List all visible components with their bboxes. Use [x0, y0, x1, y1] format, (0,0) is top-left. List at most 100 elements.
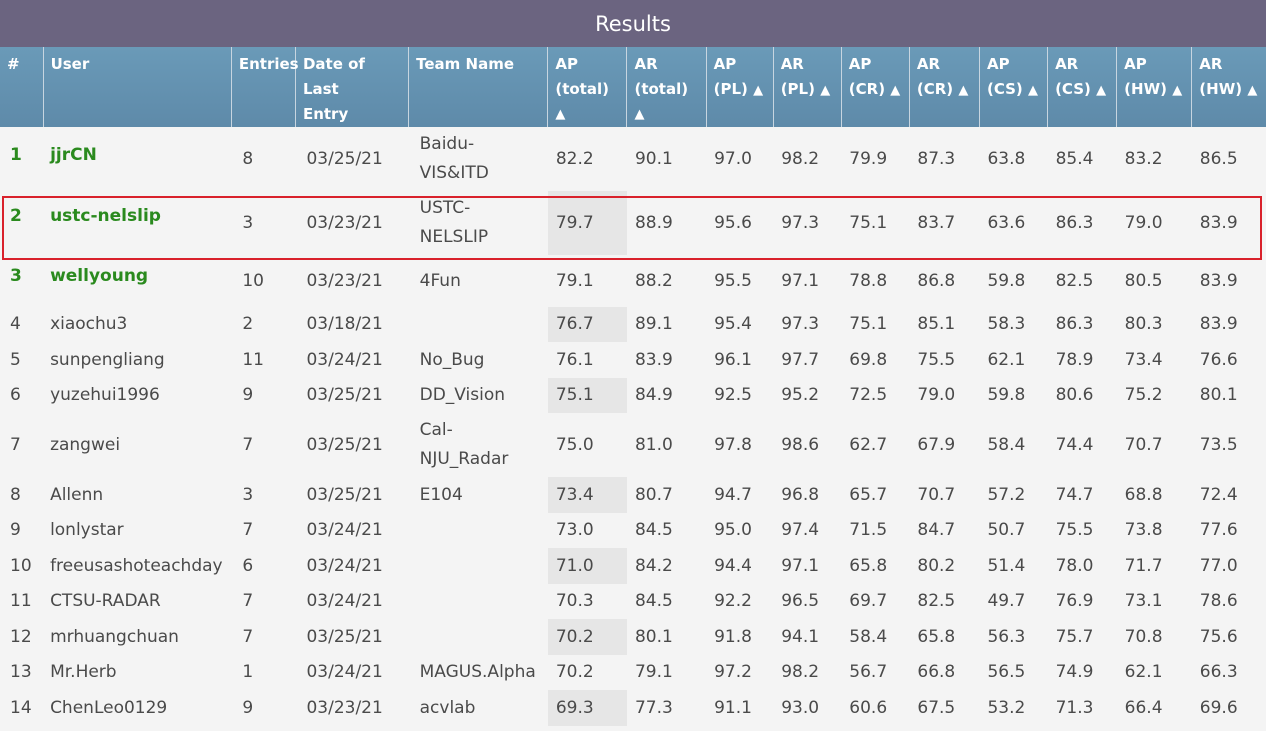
- table-row[interactable]: 11 CTSU-RADAR 7 03/24/21 70.3 84.5 92.2 96.5 69.…: [0, 584, 1266, 619]
- metric-ap-cs: 62.1: [987, 349, 1026, 370]
- team-cell: MAGUS.Alpha: [409, 655, 548, 690]
- metric-ar-hw: 86.5: [1199, 148, 1238, 169]
- user-cell: xiaochu3: [50, 314, 128, 334]
- header-ap_cr[interactable]: AP (CR) ▲: [841, 47, 910, 127]
- metric-ar-hw: 83.9: [1199, 270, 1238, 291]
- metric-ar-cr: 86.8: [917, 270, 956, 291]
- sort-ascending-icon[interactable]: ▲: [1096, 83, 1106, 98]
- header-row: # User Entries Date of Last Entry Team Name AP…: [0, 47, 1266, 127]
- metric-ar-hw: 66.3: [1199, 662, 1238, 682]
- header-ar_hw[interactable]: AR (HW) ▲: [1191, 47, 1266, 127]
- team-cell: [409, 548, 548, 584]
- team-cell: [409, 307, 548, 342]
- metric-ar-cr: 65.8: [917, 626, 956, 647]
- header-sublabel: (PL) ▲: [714, 77, 766, 103]
- metric-ap-hw: 73.1: [1124, 591, 1163, 611]
- table-row[interactable]: 10 freeusashoteachday 6 03/24/21 71.0 84.2 94.…: [0, 548, 1266, 584]
- table-row[interactable]: 8 Allenn 3 03/25/21 E104 73.4 80.7 94.7 96.8 65.7…: [0, 477, 1266, 513]
- metric-ar-cs: 86.3: [1055, 314, 1094, 334]
- table-row[interactable]: 9 lonlystar 7 03/24/21 73.0 84.5 95.0 97.4 71.5 8…: [0, 513, 1266, 548]
- metric-ap-hw: 73.8: [1124, 520, 1163, 540]
- sort-ascending-icon[interactable]: ▲: [958, 83, 968, 98]
- header-ap_total[interactable]: AP (total) ▲: [547, 47, 628, 127]
- metric-ar-total: 84.9: [634, 385, 673, 405]
- user-cell: CTSU-RADAR: [50, 591, 161, 611]
- sort-ascending-icon[interactable]: ▲: [555, 102, 619, 127]
- entries-cell: 7: [242, 626, 254, 647]
- metric-ar-cr: 67.9: [917, 434, 956, 455]
- table-row[interactable]: 2 ustc-nelslip 3 03/23/21 USTC- NELSLIP 79.7 88…: [0, 191, 1266, 255]
- metric-ar-hw: 78.6: [1199, 591, 1238, 611]
- header-ap_cs[interactable]: AP (CS) ▲: [979, 47, 1049, 127]
- metric-ap-hw: 80.3: [1124, 314, 1163, 334]
- entries-cell: 7: [242, 434, 254, 455]
- metric-ap-cs: 63.6: [987, 212, 1026, 233]
- metric-ap-cs: 58.3: [987, 314, 1026, 334]
- metric-ap-hw: 83.2: [1124, 148, 1163, 169]
- header-label: #: [7, 55, 20, 73]
- team-name-line: E104: [419, 484, 463, 505]
- metric-ar-cs: 74.7: [1055, 484, 1094, 505]
- sort-ascending-icon[interactable]: ▲: [1247, 83, 1257, 98]
- user-cell: mrhuangchuan: [50, 626, 179, 647]
- header-ar_cr[interactable]: AR (CR) ▲: [909, 47, 980, 127]
- team-name-line: Cal-: [419, 420, 453, 440]
- sort-ascending-icon[interactable]: ▲: [1028, 83, 1038, 98]
- header-sublabel: (HW) ▲: [1124, 77, 1184, 103]
- header-sublabel-text: (CR): [916, 80, 954, 98]
- user-cell[interactable]: ustc-nelslip: [43, 191, 231, 255]
- header-label: Team Name: [416, 55, 514, 73]
- metric-ap-cr: 58.4: [849, 626, 888, 647]
- metric-ap-total: 69.3: [547, 690, 627, 726]
- metric-ap-total: 71.0: [547, 548, 627, 584]
- header-ar_cs[interactable]: AR (CS) ▲: [1047, 47, 1118, 127]
- rank-cell: 9: [10, 520, 21, 540]
- header-sublabel-text: (CS): [986, 80, 1023, 98]
- metric-ap-cs: 51.4: [987, 555, 1026, 576]
- metric-ap-pl: 97.8: [714, 434, 752, 455]
- sort-ascending-icon[interactable]: ▲: [634, 102, 698, 127]
- table-row[interactable]: 13 Mr.Herb 1 03/24/21 MAGUS.Alpha 70.2 79.1 97.…: [0, 655, 1266, 690]
- date-cell: 03/23/21: [306, 697, 383, 718]
- header-team: Team Name: [408, 47, 549, 127]
- header-sublabel: (total): [634, 80, 689, 98]
- team-cell: [409, 584, 548, 619]
- metric-ap-cs: 59.8: [987, 270, 1026, 291]
- sort-ascending-icon[interactable]: ▲: [753, 83, 763, 98]
- metric-ar-cs: 75.7: [1055, 626, 1094, 647]
- rank-cell: 12: [10, 626, 32, 647]
- sort-ascending-icon[interactable]: ▲: [820, 83, 830, 98]
- metric-ar-total: 89.1: [634, 314, 673, 334]
- table-row[interactable]: 1 jjrCN 8 03/25/21 Baidu- VIS&ITD 82.2 90.1 97.0…: [0, 127, 1266, 191]
- sort-ascending-icon[interactable]: ▲: [1172, 83, 1182, 98]
- team-cell: [409, 619, 548, 655]
- table-row[interactable]: 6 yuzehui1996 9 03/25/21 DD_Vision 75.1 84.9 92…: [0, 378, 1266, 413]
- table-row[interactable]: 4 xiaochu3 2 03/18/21 76.7 89.1 95.4 97.3 75.1 85…: [0, 307, 1266, 342]
- metric-ap-cs: 53.2: [987, 697, 1026, 718]
- table-row[interactable]: 12 mrhuangchuan 7 03/25/21 70.2 80.1 91.8 94.1 5…: [0, 619, 1266, 655]
- metric-ap-total: 70.2: [555, 662, 594, 682]
- table-row[interactable]: 7 zangwei 7 03/25/21 Cal- NJU_Radar 75.0 81.0 97…: [0, 413, 1266, 477]
- header-label: Date of Last: [302, 55, 365, 98]
- team-cell: E104: [409, 477, 548, 513]
- metric-ar-total: 81.0: [634, 434, 673, 455]
- entries-cell: 2: [242, 314, 254, 334]
- table-row[interactable]: 5 sunpengliang 11 03/24/21 No_Bug 76.1 83.9 96.…: [0, 342, 1266, 378]
- sort-ascending-icon[interactable]: ▲: [890, 83, 900, 98]
- user-cell[interactable]: jjrCN: [43, 127, 231, 191]
- metric-ap-cs: 63.8: [987, 148, 1026, 169]
- header-ap_hw[interactable]: AP (HW) ▲: [1116, 47, 1193, 127]
- header-ap_pl[interactable]: AP (PL) ▲: [706, 47, 774, 127]
- metric-ap-hw: 71.7: [1124, 555, 1163, 576]
- header-ar_pl[interactable]: AR (PL) ▲: [773, 47, 842, 127]
- metric-ar-hw: 76.6: [1199, 349, 1238, 370]
- metric-ap-total: 75.1: [547, 378, 627, 413]
- header-ar_total[interactable]: AR (total) ▲: [626, 47, 707, 127]
- metric-ap-total: 79.1: [555, 270, 594, 291]
- header-user: User: [43, 47, 232, 127]
- table-row[interactable]: 14 ChenLeo0129 9 03/23/21 acvlab 69.3 77.3 91.1…: [0, 690, 1266, 726]
- date-cell: 03/23/21: [306, 270, 383, 291]
- table-row[interactable]: 3 wellyoung 10 03/23/21 4Fun 79.1 88.2 95.5 97.1…: [0, 255, 1266, 307]
- user-cell[interactable]: wellyoung: [43, 255, 231, 307]
- header-sublabel-text: (HW): [1124, 80, 1167, 98]
